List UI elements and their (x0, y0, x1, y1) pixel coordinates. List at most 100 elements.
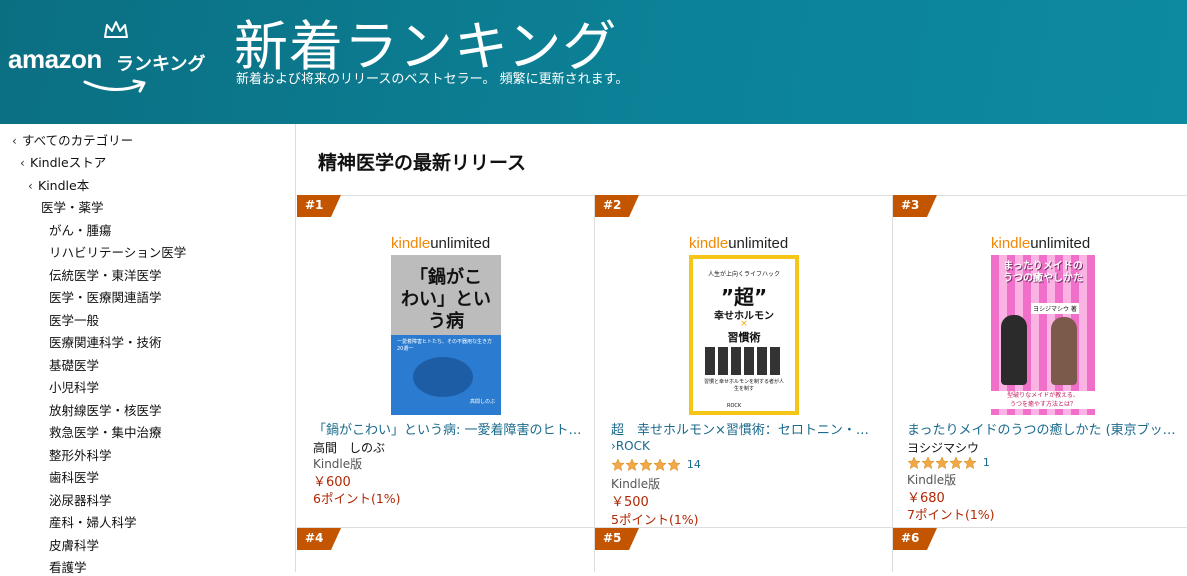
cover-note: 習慣と幸せホルモンを制する者が人生を制す (703, 379, 784, 392)
rank-label: #6 (901, 531, 920, 545)
kindle-unlimited-logo: kindleunlimited (991, 235, 1091, 252)
cover-subtitle: 一愛着障害ヒトたち、その不器用な生き方20選一 (397, 339, 493, 352)
subcategory-label: がん・腫瘍 (49, 223, 112, 238)
category-label: Kindle本 (38, 178, 90, 193)
cover-tagline: うつを癒やす方法とは？ (1009, 401, 1076, 408)
subcategory-item[interactable]: 放射線医学・核医学 (49, 400, 162, 419)
category-all[interactable]: ‹ すべてのカテゴリー (12, 130, 133, 149)
subcategory-item[interactable]: 歯科医学 (49, 467, 99, 486)
review-count: 14 (686, 458, 701, 471)
product-format: Kindle版 (907, 473, 957, 487)
product-author-link[interactable]: ›ROCK (611, 439, 650, 453)
ranking-banner: amazon ランキング 新着ランキング 新着および将来のリリースのベストセラー… (0, 0, 1187, 124)
product-title-link[interactable]: 「鍋がこわい」という病: 一愛着障害のヒト… (313, 419, 583, 438)
subcategory-item[interactable]: がん・腫瘍 (49, 220, 112, 239)
product-format: Kindle版 (611, 477, 661, 491)
subcategory-label: 泌尿器科学 (49, 493, 112, 508)
subcategory-item[interactable]: リハビリテーション医学 (49, 242, 186, 261)
star-rating-icon (611, 457, 681, 471)
cover-brand: ROCK (727, 403, 742, 409)
page-subtitle: 新着および将来のリリースのベストセラー。 頻繁に更新されます。 (236, 72, 629, 87)
product-card[interactable]: #2 kindleunlimited 人生が上向くライフハック ”超” 幸せホル… (595, 195, 892, 527)
logo-wordmark: amazon (8, 44, 102, 74)
subcategory-label: 整形外科学 (49, 448, 112, 463)
product-card[interactable]: #3 kindleunlimited まったりメイドの うつの癒やしかた ヨシジ… (893, 195, 1187, 527)
product-points: 5ポイント(1%) (611, 512, 699, 527)
product-rating[interactable]: 1 (907, 455, 990, 470)
subcategory-label: 産科・婦人科学 (49, 515, 137, 530)
subcategory-item[interactable]: 整形外科学 (49, 445, 112, 464)
subcategory-item[interactable]: 救急医学・集中治療 (49, 422, 162, 441)
cover-tagline: 型破りなメイドが教える、 (1007, 392, 1079, 399)
product-author: 高間 しのぶ (313, 441, 386, 455)
subcategory-label: 看護学 (49, 560, 87, 575)
category-current[interactable]: 医学・薬学 (41, 197, 104, 216)
subcategory-label: 医療関連科学・技術 (49, 335, 162, 350)
rank-badge: #6 (893, 528, 937, 550)
subcategory-item[interactable]: 医療関連科学・技術 (49, 332, 162, 351)
subcategory-item[interactable]: 医学一般 (49, 310, 99, 329)
rank-badge: #5 (595, 528, 639, 550)
product-card[interactable]: #6 (893, 528, 1187, 572)
kindle-unlimited-logo: kindleunlimited (689, 235, 789, 252)
rank-label: #3 (901, 198, 920, 212)
category-kindle-store[interactable]: ‹ Kindleストア (20, 152, 106, 171)
illustration-maid (1051, 317, 1077, 385)
subcategory-label: 医学・医療関連語学 (49, 290, 162, 305)
rank-label: #2 (603, 198, 622, 212)
product-points: 7ポイント(1%) (907, 507, 995, 522)
cover-tagline: 人生が上向くライフハック (707, 271, 780, 278)
rank-badge: #1 (297, 195, 341, 217)
subcategory-item[interactable]: 医学・医療関連語学 (49, 287, 162, 306)
product-format: Kindle版 (313, 457, 363, 471)
product-title-link[interactable]: まったりメイドのうつの癒しかた (東京ブッ… (907, 419, 1177, 438)
rank-label: #4 (305, 531, 324, 545)
rank-badge: #2 (595, 195, 639, 217)
book-cover[interactable]: 「鍋がこ わい」とい う病 一愛着障害ヒトたち、その不器用な生き方20選一 高間… (391, 255, 501, 415)
crown-icon (104, 21, 128, 38)
subcategory-label: 伝統医学・東洋医学 (49, 268, 162, 283)
cover-title-line: うつの癒やしかた (1003, 273, 1083, 284)
subcategory-item[interactable]: 泌尿器科学 (49, 490, 112, 509)
section-heading: 精神医学の最新リリース (318, 152, 527, 174)
smile-arrow-icon (83, 79, 146, 93)
subcategory-label: リハビリテーション医学 (49, 245, 187, 260)
cover-title-line: × (740, 319, 748, 329)
cover-icon-grid (705, 347, 783, 375)
subcategory-label: 皮膚科学 (49, 538, 100, 553)
subcategory-item[interactable]: 看護学 (49, 557, 87, 576)
subcategory-label: 歯科医学 (49, 470, 100, 485)
kindle-unlimited-logo: kindleunlimited (391, 235, 491, 252)
product-rating[interactable]: 14 (611, 457, 701, 472)
category-kindle-books[interactable]: ‹ Kindle本 (28, 175, 89, 194)
subcategory-label: 基礎医学 (49, 358, 100, 373)
product-title-link[interactable]: 超 幸せホルモン×習慣術：セロトニン・ド… (611, 419, 881, 438)
chevron-left-icon: ‹ (12, 134, 17, 148)
product-card[interactable]: #4 (297, 528, 594, 572)
product-card[interactable]: #5 (595, 528, 892, 572)
category-label: Kindleストア (30, 155, 107, 170)
category-label: 医学・薬学 (41, 200, 104, 215)
product-points: 6ポイント(1%) (313, 491, 401, 506)
subcategory-item[interactable]: 基礎医学 (49, 355, 99, 374)
cover-title-line: ”超” (720, 285, 768, 309)
cover-title-line: 「鍋がこ (410, 267, 482, 288)
product-price: ￥500 (611, 495, 649, 510)
subcategory-item[interactable]: 小児科学 (49, 377, 99, 396)
cover-title-line: 習慣術 (727, 331, 761, 344)
rank-badge: #4 (297, 528, 341, 550)
subcategory-item[interactable]: 産科・婦人科学 (49, 512, 137, 531)
author-name: ROCK (615, 439, 650, 453)
subcategory-item[interactable]: 伝統医学・東洋医学 (49, 265, 162, 284)
rank-label: #5 (603, 531, 622, 545)
chevron-left-icon: ‹ (20, 156, 25, 170)
product-card[interactable]: #1 kindleunlimited 「鍋がこ わい」とい う病 一愛着障害ヒト… (297, 195, 594, 527)
subcategory-label: 救急医学・集中治療 (49, 425, 162, 440)
subcategory-item[interactable]: 皮膚科学 (49, 535, 99, 554)
cover-author: ヨシジマシウ 著 (1031, 303, 1079, 314)
amazon-ranking-logo[interactable]: amazon ランキング (8, 20, 223, 100)
chevron-left-icon: ‹ (28, 179, 33, 193)
book-cover[interactable]: まったりメイドの うつの癒やしかた ヨシジマシウ 著 型破りなメイドが教える、 … (991, 255, 1095, 415)
rank-badge: #3 (893, 195, 937, 217)
book-cover[interactable]: 人生が上向くライフハック ”超” 幸せホルモン × 習慣術 習慣と幸せホルモンを… (689, 255, 799, 415)
